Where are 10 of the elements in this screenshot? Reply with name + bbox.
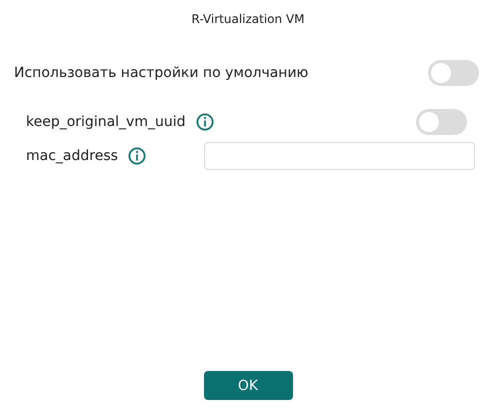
- field-label: mac_address: [26, 148, 118, 164]
- window-title: R-Virtualization VM: [190, 12, 306, 28]
- toggle-switch[interactable]: [428, 60, 479, 86]
- input-field[interactable]: [204, 142, 475, 170]
- field-label: keep_original_vm_uuid: [26, 114, 186, 130]
- setting-label: Использовать настройки по умолчанию: [14, 65, 308, 81]
- toggle-switch[interactable]: [416, 109, 467, 135]
- ok-button[interactable]: OK: [204, 371, 292, 400]
- info-icon[interactable]: [128, 147, 146, 165]
- info-icon[interactable]: [196, 113, 214, 131]
